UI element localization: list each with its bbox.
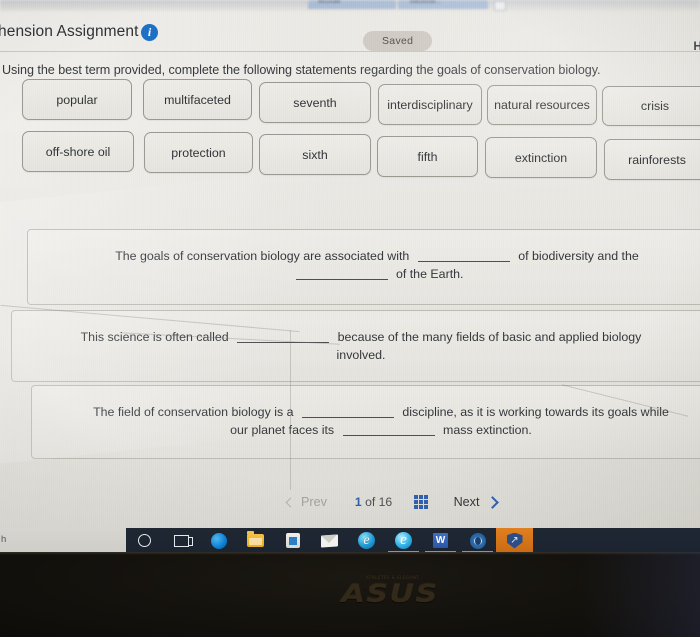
cortana-search-icon: [138, 534, 151, 547]
word-bank-option-label: fifth: [417, 149, 438, 164]
page-header: hension Assignment i Saved H: [0, 11, 700, 53]
word-bank-option-label: interdisciplinary: [387, 97, 473, 112]
word-bank-option-off-shore-oil[interactable]: off-shore oil: [22, 131, 134, 172]
file-explorer-icon: [247, 531, 264, 547]
statement-card-2: This science is often called because of …: [11, 310, 700, 382]
statement-3-blank-1[interactable]: [301, 404, 394, 418]
microsoft-store-icon: [285, 533, 300, 548]
statement-2-line-2: involved.: [336, 348, 386, 362]
statement-2-blank-1[interactable]: [237, 329, 330, 343]
statement-1-line-2: of the Earth.: [28, 265, 700, 283]
word-bank-option-label: rainforests: [628, 152, 686, 167]
word-bank-option-multifaceted[interactable]: multifaceted: [143, 79, 252, 120]
word-bank-option-natural-resources[interactable]: natural resources: [487, 85, 597, 125]
taskbar-left-area: [0, 528, 126, 553]
word-bank-option-label: off-shore oil: [45, 144, 111, 159]
taskbar-microsoft-store-button[interactable]: [274, 528, 311, 553]
browser-tab-2-label: blackboar...: [410, 0, 441, 5]
word-bank-option-crisis[interactable]: crisis: [602, 86, 700, 126]
grid-icon[interactable]: [414, 495, 428, 509]
taskbar-microsoft-word-button[interactable]: [422, 528, 459, 553]
word-bank: popular multifaceted seventh interdisciplin…: [0, 79, 700, 183]
browser-chrome-strip: McGraw blackboar...: [0, 0, 700, 11]
chevron-left-icon: [285, 497, 296, 507]
word-bank-option-label: sixth: [302, 147, 328, 162]
taskbar-task-view-button[interactable]: [163, 528, 200, 553]
microsoft-word-icon: [433, 533, 448, 548]
statement-1-line-1: The goals of conservation biology are as…: [115, 248, 639, 263]
page-current: 1: [354, 495, 362, 509]
laptop-screen: McGraw blackboar... hension Assignment i…: [0, 0, 700, 553]
word-bank-option-seventh[interactable]: seventh: [259, 82, 371, 123]
taskbar-media-player-button[interactable]: [459, 528, 496, 553]
question-navigation: Prev 1 of 16 Next: [0, 492, 700, 522]
word-bank-option-label: popular: [56, 92, 98, 107]
statement-3-blank-2[interactable]: [342, 422, 435, 436]
statement-1-blank-2[interactable]: [295, 266, 388, 280]
word-bank-option-protection[interactable]: protection: [144, 132, 253, 173]
internet-explorer-window-icon: [395, 532, 412, 549]
word-bank-option-label: seventh: [293, 95, 337, 110]
windows-taskbar: [126, 528, 700, 553]
taskbar-file-explorer-button[interactable]: [237, 528, 274, 553]
page-indicator: 1 of 16: [355, 495, 392, 509]
taskbar-cortana-search-button[interactable]: [126, 528, 163, 553]
browser-new-tab-button[interactable]: [494, 1, 506, 11]
word-bank-option-rainforests[interactable]: rainforests: [604, 139, 700, 180]
page-total: 16: [378, 495, 393, 509]
word-bank-option-fifth[interactable]: fifth: [377, 136, 478, 177]
word-bank-option-label: natural resources: [494, 98, 590, 112]
word-bank-option-interdisciplinary[interactable]: interdisciplinary: [378, 84, 482, 125]
page-title: hension Assignment: [0, 23, 139, 40]
word-bank-option-popular[interactable]: popular: [22, 79, 132, 120]
prev-button-label: Prev: [301, 495, 327, 509]
statement-card-1: The goals of conservation biology are as…: [27, 229, 700, 305]
prev-button[interactable]: Prev: [281, 492, 333, 512]
taskbar-search-text[interactable]: h: [1, 534, 6, 545]
word-bank-option-label: extinction: [514, 150, 568, 165]
header-divider: [0, 51, 700, 52]
next-button-label: Next: [453, 495, 480, 509]
statement-3-line-1: The field of conservation biology is a d…: [93, 404, 669, 419]
taskbar-microsoft-edge-button[interactable]: [200, 528, 237, 553]
statement-1-blank-1[interactable]: [417, 248, 510, 262]
asus-brand-logo: ASUS: [341, 579, 439, 608]
word-bank-option-sixth[interactable]: sixth: [259, 134, 371, 175]
instruction-text: Using the best term provided, complete t…: [2, 63, 601, 77]
internet-explorer-icon: [358, 532, 375, 549]
bezel-reflection: [580, 552, 700, 637]
laptop-photo: McGraw blackboar... hension Assignment i…: [0, 0, 700, 637]
browser-tab-1-label: McGraw: [318, 0, 341, 5]
taskbar-shield-app-button[interactable]: [496, 528, 533, 553]
statement-2-line-1: This science is often called because of …: [80, 329, 642, 344]
word-bank-option-label: crisis: [640, 99, 670, 113]
word-bank-option-label: protection: [171, 145, 226, 160]
shield-app-icon: [506, 532, 523, 549]
next-button[interactable]: Next: [453, 495, 500, 509]
word-bank-option-label: multifaceted: [164, 92, 231, 107]
statement-3-line-2: our planet faces its mass extinction.: [230, 422, 532, 437]
microsoft-edge-icon: [210, 532, 227, 549]
statement-card-3: The field of conservation biology is a d…: [31, 385, 700, 459]
info-icon[interactable]: i: [141, 24, 158, 41]
taskbar-internet-explorer-button[interactable]: [348, 528, 385, 553]
mail-icon: [321, 533, 338, 548]
page-of-label: of: [365, 495, 376, 509]
task-view-icon: [174, 534, 193, 547]
media-player-icon: [469, 532, 486, 549]
taskbar-internet-explorer-window-button[interactable]: [385, 528, 422, 553]
word-bank-option-extinction[interactable]: extinction: [485, 137, 597, 178]
saved-status-badge: Saved: [363, 31, 433, 51]
taskbar-mail-button[interactable]: [311, 528, 348, 553]
chevron-right-icon: [486, 495, 500, 509]
